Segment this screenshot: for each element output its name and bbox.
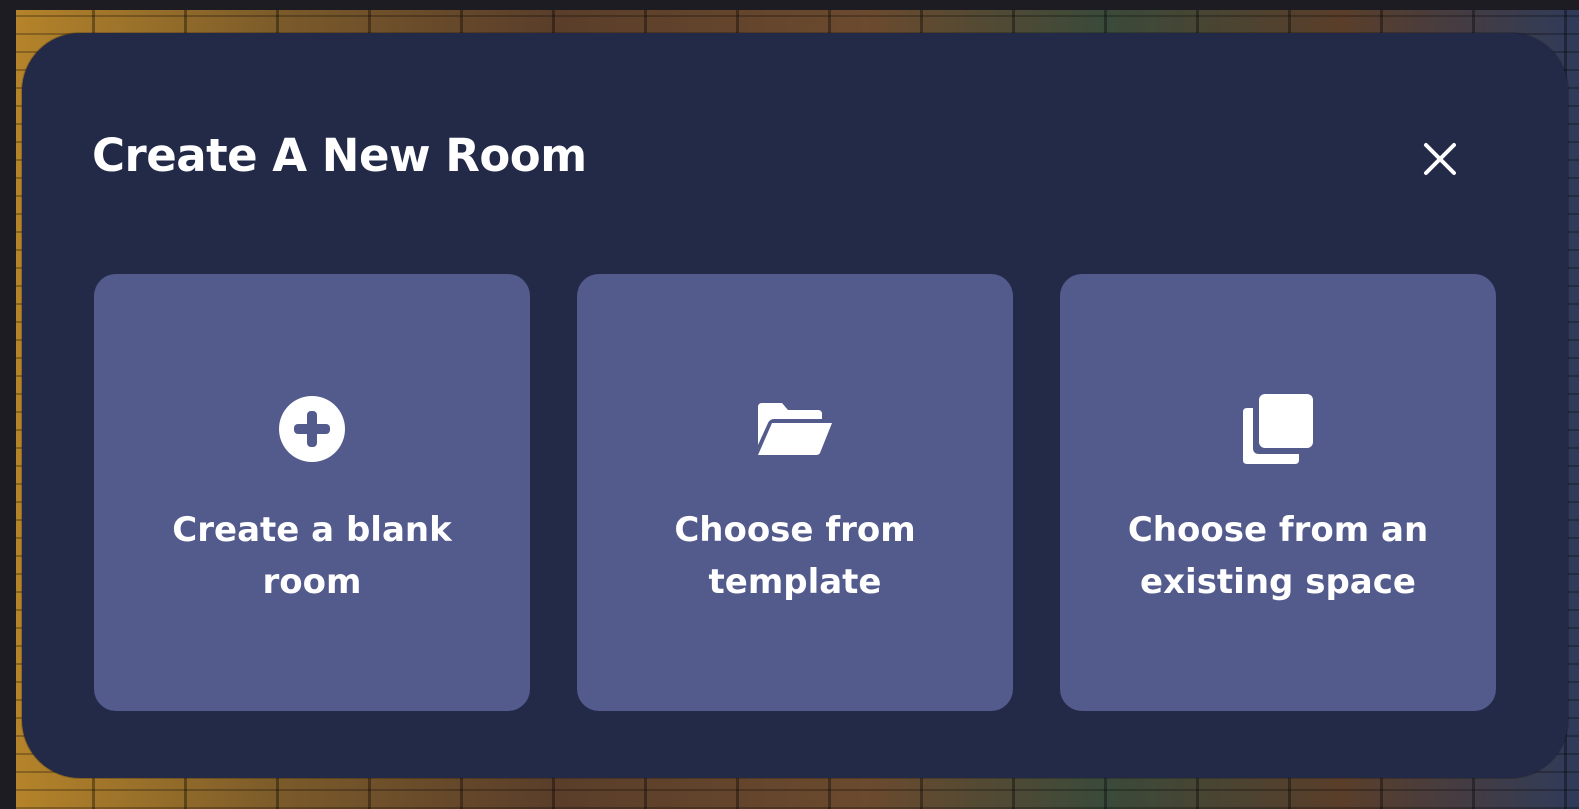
card-label: Choose from template: [597, 504, 993, 608]
choose-template-button[interactable]: Choose from template: [577, 274, 1013, 711]
card-label: Create a blank room: [114, 504, 510, 608]
room-options: Create a blank room Choose from template: [94, 274, 1496, 712]
close-icon: [1424, 143, 1456, 175]
folder-open-icon: [758, 403, 832, 455]
card-label-line: Choose from: [674, 510, 916, 550]
create-room-modal: Create A New Room Create a blank room Ch…: [22, 33, 1568, 778]
copy-icon: [1243, 394, 1313, 464]
card-label-line: template: [708, 562, 882, 602]
top-frame: [0, 0, 1579, 10]
card-label-line: existing space: [1140, 562, 1416, 602]
plus-circle-icon: [279, 396, 345, 462]
choose-existing-space-button[interactable]: Choose from an existing space: [1060, 274, 1496, 711]
card-label-line: room: [262, 562, 362, 602]
create-blank-room-button[interactable]: Create a blank room: [94, 274, 530, 711]
card-label-line: Choose from an: [1127, 510, 1429, 550]
card-label: Choose from an existing space: [1080, 504, 1476, 608]
card-label-line: Create a blank: [172, 510, 452, 550]
left-frame: [0, 0, 16, 809]
modal-title: Create A New Room: [92, 129, 587, 182]
close-button[interactable]: [1410, 133, 1470, 193]
